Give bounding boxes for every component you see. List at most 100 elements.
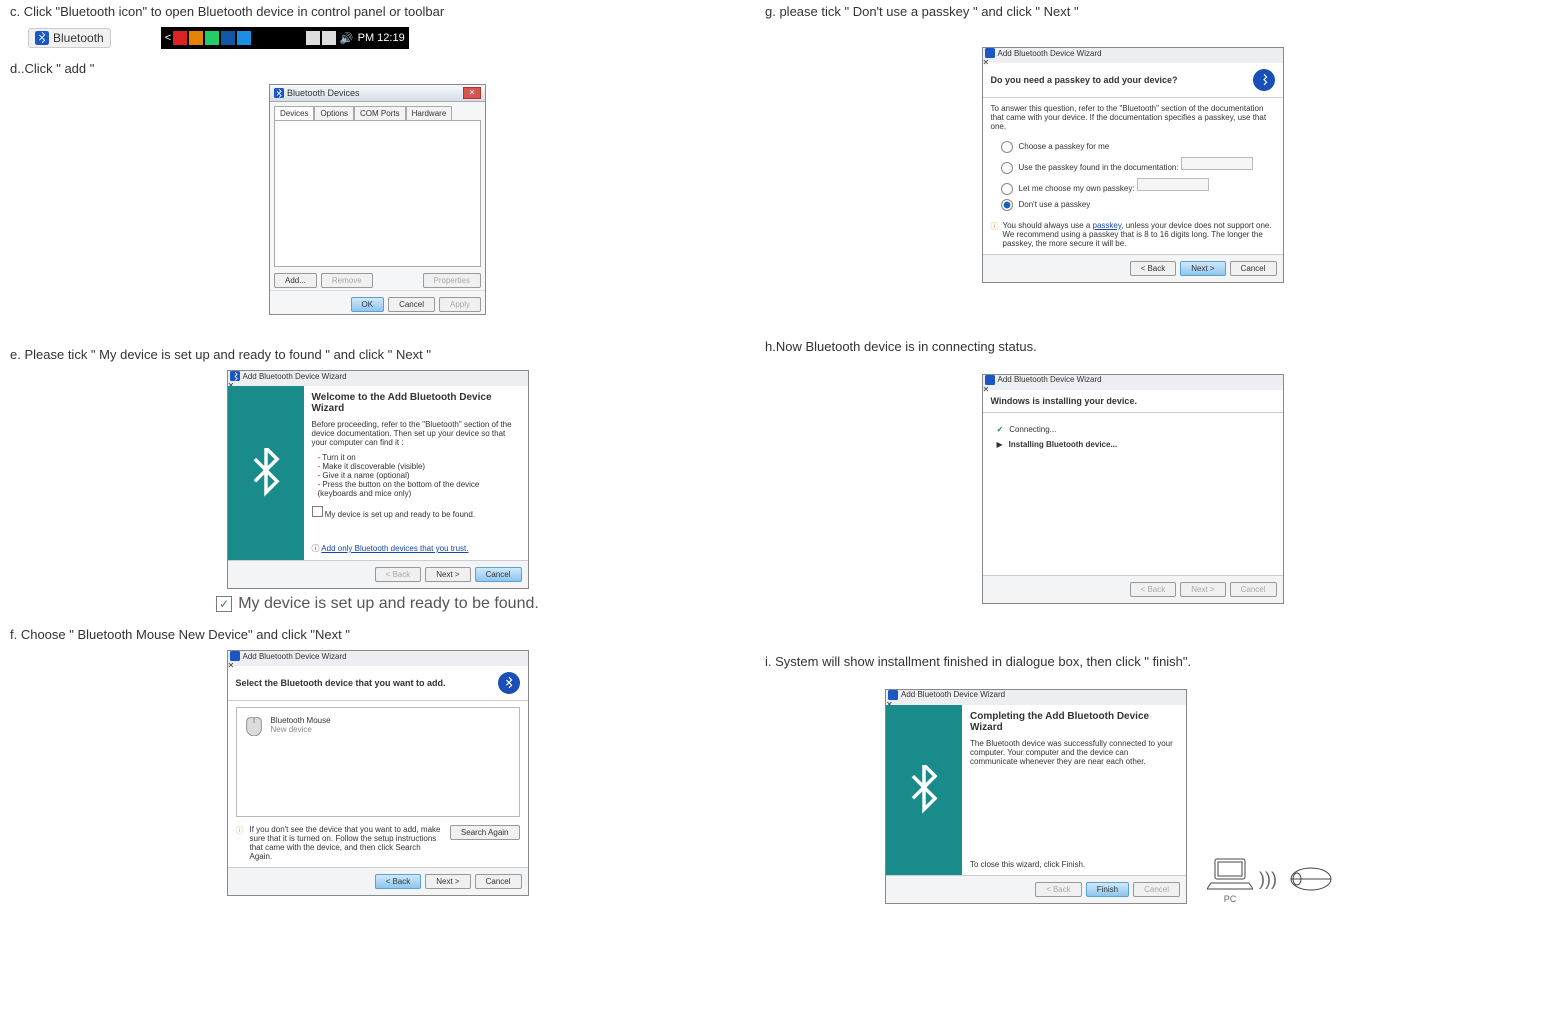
close-button[interactable]: ✕ bbox=[463, 87, 481, 99]
signal-icon: ))) bbox=[1259, 869, 1277, 890]
cancel-button[interactable]: Cancel bbox=[1133, 882, 1180, 897]
laptop-icon bbox=[1207, 855, 1253, 891]
cancel-button[interactable]: Cancel bbox=[1230, 261, 1277, 276]
wizard-lead: To answer this question, refer to the "B… bbox=[991, 104, 1275, 131]
step-f-text: f. Choose " Bluetooth Mouse New Device" … bbox=[10, 627, 745, 642]
pc-mouse-illustration: PC ))) bbox=[1207, 855, 1333, 904]
back-button[interactable]: < Back bbox=[1130, 582, 1177, 597]
mouse-icon bbox=[243, 714, 265, 736]
wizard-heading: Select the Bluetooth device that you wan… bbox=[236, 678, 446, 688]
bluetooth-icon-pill[interactable]: Bluetooth bbox=[28, 28, 111, 48]
wizard-heading: Completing the Add Bluetooth Device Wiza… bbox=[970, 711, 1178, 733]
radio-label: Let me choose my own passkey: bbox=[1019, 184, 1135, 193]
check-icon: ✓ bbox=[997, 425, 1004, 434]
step-e-text: e. Please tick " My device is set up and… bbox=[10, 347, 745, 362]
tab-options[interactable]: Options bbox=[314, 106, 354, 120]
wizard-trust-link[interactable]: Add only Bluetooth devices that you trus… bbox=[321, 544, 468, 553]
wizard-title: Add Bluetooth Device Wizard bbox=[998, 49, 1102, 58]
wizard-tip: If you don't see the device that you wan… bbox=[250, 825, 444, 861]
system-tray: < 🔊 PM 12:19 bbox=[161, 27, 409, 49]
wizard-heading: Welcome to the Add Bluetooth Device Wiza… bbox=[312, 392, 520, 414]
pc-label: PC bbox=[1207, 894, 1253, 904]
apply-button[interactable]: Apply bbox=[439, 297, 481, 312]
play-icon: ▶ bbox=[997, 440, 1003, 449]
wizard-title: Add Bluetooth Device Wizard bbox=[998, 375, 1102, 384]
wizard-bullet: - Make it discoverable (visible) bbox=[318, 462, 520, 471]
wizard-heading: Windows is installing your device. bbox=[991, 396, 1137, 406]
back-button[interactable]: < Back bbox=[1130, 261, 1177, 276]
radio-own-passkey[interactable] bbox=[1001, 183, 1013, 195]
radio-label: Choose a passkey for me bbox=[1019, 142, 1110, 151]
tray-icon bbox=[205, 31, 219, 45]
radio-label: Use the passkey found in the documentati… bbox=[1019, 163, 1179, 172]
ok-button[interactable]: OK bbox=[351, 297, 385, 312]
bluetooth-wizard-icon bbox=[246, 448, 286, 498]
wizard-bullet: - Turn it on bbox=[318, 453, 520, 462]
wizard-text: Before proceeding, refer to the "Bluetoo… bbox=[312, 420, 520, 447]
cancel-button[interactable]: Cancel bbox=[388, 297, 435, 312]
bluetooth-icon bbox=[274, 88, 284, 98]
device-list-item[interactable]: Bluetooth Mouse New device bbox=[243, 714, 513, 736]
back-button[interactable]: < Back bbox=[1035, 882, 1082, 897]
radio-no-passkey[interactable] bbox=[1001, 199, 1013, 211]
mouse-icon bbox=[1283, 866, 1333, 892]
next-button[interactable]: Next > bbox=[1180, 582, 1225, 597]
bluetooth-icon bbox=[230, 371, 240, 381]
bluetooth-devices-window: Bluetooth Devices ✕ Devices Options COM … bbox=[269, 84, 486, 315]
passkey-input[interactable] bbox=[1137, 178, 1209, 191]
cancel-button[interactable]: Cancel bbox=[475, 874, 522, 889]
add-button[interactable]: Add... bbox=[274, 273, 317, 288]
next-button[interactable]: Next > bbox=[1180, 261, 1225, 276]
step-d-text: d..Click " add " bbox=[10, 61, 745, 76]
tab-hardware[interactable]: Hardware bbox=[406, 106, 453, 120]
step-i-text: i. System will show installment finished… bbox=[765, 654, 1500, 669]
device-ready-checkbox-large[interactable]: ✓ bbox=[216, 596, 232, 612]
step-g-text: g. please tick " Don't use a passkey " a… bbox=[765, 4, 1500, 19]
tray-icon bbox=[189, 31, 203, 45]
back-button[interactable]: < Back bbox=[375, 567, 422, 582]
wizard-select-device-window: Add Bluetooth Device Wizard ✕ Select the… bbox=[227, 650, 529, 896]
tray-icon bbox=[237, 31, 251, 45]
cancel-button[interactable]: Cancel bbox=[1230, 582, 1277, 597]
wizard-text: To close this wizard, click Finish. bbox=[970, 860, 1178, 869]
bluetooth-icon bbox=[888, 690, 898, 700]
step-c-text: c. Click "Bluetooth icon" to open Blueto… bbox=[10, 4, 745, 19]
bluetooth-icon bbox=[35, 31, 49, 45]
wizard-installing-window: Add Bluetooth Device Wizard ✕ Windows is… bbox=[982, 374, 1284, 604]
search-again-button[interactable]: Search Again bbox=[450, 825, 520, 840]
cancel-button[interactable]: Cancel bbox=[475, 567, 522, 582]
device-ready-checkbox[interactable] bbox=[312, 506, 323, 517]
bluetooth-wizard-icon bbox=[904, 765, 944, 815]
wizard-bullet: - Press the button on the bottom of the … bbox=[318, 480, 520, 498]
next-button[interactable]: Next > bbox=[425, 874, 470, 889]
devices-list bbox=[274, 120, 481, 267]
status-line: Installing Bluetooth device... bbox=[1009, 440, 1117, 449]
bluetooth-label: Bluetooth bbox=[53, 31, 104, 45]
wizard-heading: Do you need a passkey to add your device… bbox=[991, 75, 1178, 85]
properties-button[interactable]: Properties bbox=[423, 273, 481, 288]
bluetooth-icon bbox=[230, 651, 240, 661]
window-title: Bluetooth Devices bbox=[287, 88, 360, 98]
step-h-text: h.Now Bluetooth device is in connecting … bbox=[765, 339, 1500, 354]
tray-clock: PM 12:19 bbox=[358, 32, 405, 44]
radio-doc-passkey[interactable] bbox=[1001, 162, 1013, 174]
back-button[interactable]: < Back bbox=[375, 874, 422, 889]
bluetooth-badge-icon bbox=[1253, 69, 1275, 91]
wizard-passkey-window: Add Bluetooth Device Wizard ✕ Do you nee… bbox=[982, 47, 1284, 283]
wizard-welcome-window: Add Bluetooth Device Wizard ✕ Welcome to… bbox=[227, 370, 529, 589]
passkey-link[interactable]: passkey bbox=[1093, 221, 1122, 230]
tab-devices[interactable]: Devices bbox=[274, 106, 314, 120]
remove-button[interactable]: Remove bbox=[321, 273, 373, 288]
tray-icon bbox=[173, 31, 187, 45]
tray-bluetooth-icon[interactable] bbox=[221, 31, 235, 45]
next-button[interactable]: Next > bbox=[425, 567, 470, 582]
bluetooth-badge-icon bbox=[498, 672, 520, 694]
passkey-input[interactable] bbox=[1181, 157, 1253, 170]
wizard-title: Add Bluetooth Device Wizard bbox=[243, 372, 347, 381]
finish-button[interactable]: Finish bbox=[1086, 882, 1129, 897]
tab-com-ports[interactable]: COM Ports bbox=[354, 106, 406, 120]
wizard-title: Add Bluetooth Device Wizard bbox=[243, 652, 347, 661]
wizard-bullet: - Give it a name (optional) bbox=[318, 471, 520, 480]
radio-choose-passkey[interactable] bbox=[1001, 141, 1013, 153]
tray-icon bbox=[306, 31, 320, 45]
